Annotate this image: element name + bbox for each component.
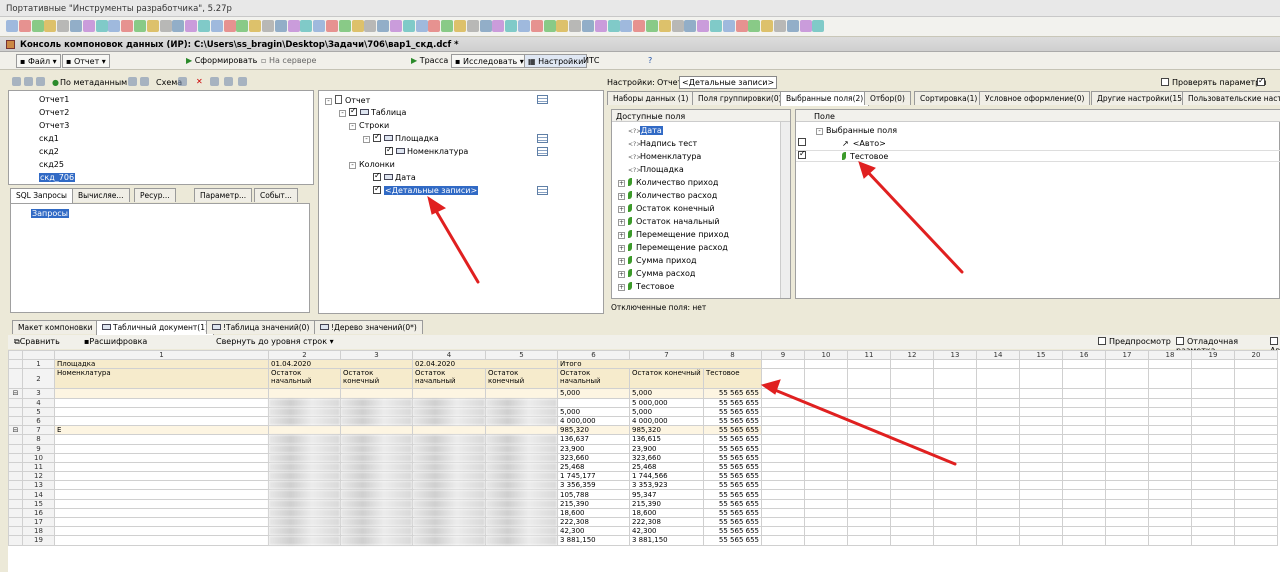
arrow-to-test-field: [862, 166, 964, 274]
arrow-head: [427, 195, 447, 215]
arrow-to-detail-records: [430, 202, 480, 284]
arrow-to-test-column: [768, 386, 957, 466]
annotation-arrows: [427, 161, 964, 466]
